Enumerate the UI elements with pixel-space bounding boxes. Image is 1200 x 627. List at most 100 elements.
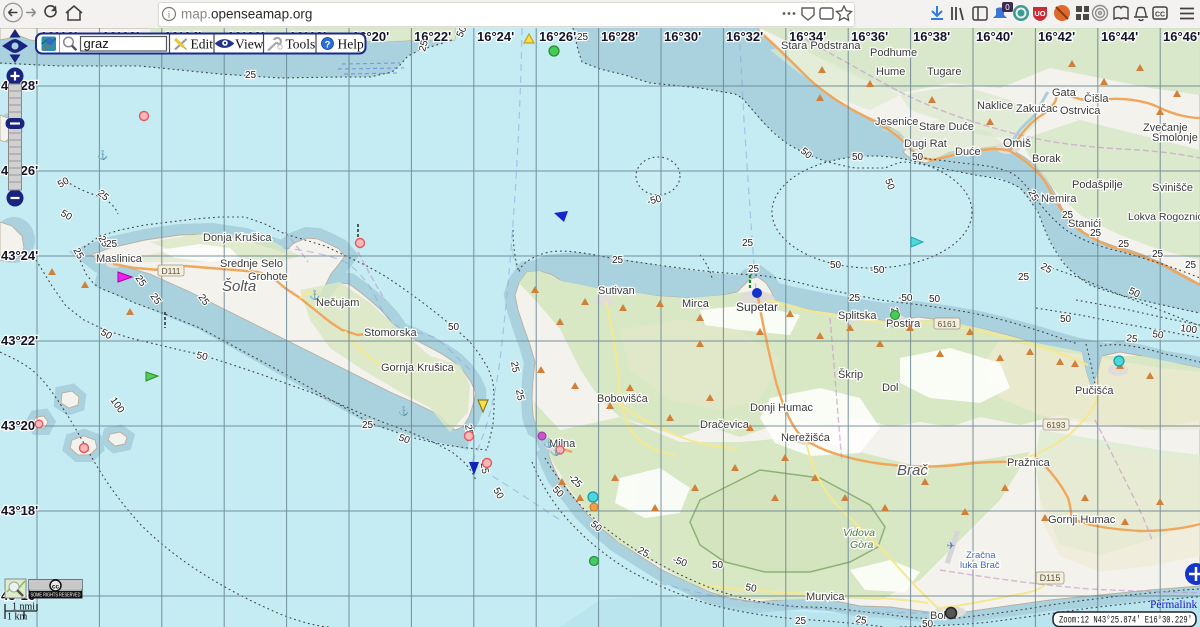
svg-text:25: 25: [1126, 333, 1139, 346]
svg-text:16°28': 16°28': [601, 29, 638, 44]
svg-text:Maslinica: Maslinica: [96, 253, 143, 265]
svg-text:25: 25: [1018, 272, 1030, 283]
svg-text:Podhume: Podhume: [870, 47, 917, 59]
svg-text:⚓: ⚓: [550, 445, 561, 456]
svg-text:Nečujam: Nečujam: [316, 297, 359, 309]
svg-text:Tugare: Tugare: [927, 66, 961, 78]
svg-text:D111: D111: [161, 266, 180, 276]
svg-text:-50: -50: [898, 293, 913, 304]
svg-text:25: 25: [795, 616, 807, 627]
svg-text:i: i: [168, 10, 171, 20]
svg-text:Zakučac: Zakučac: [1016, 103, 1058, 115]
svg-text:25: 25: [1118, 239, 1130, 250]
svg-text:50: 50: [1152, 329, 1165, 342]
svg-text:16°24': 16°24': [477, 29, 514, 44]
svg-text:50: 50: [852, 152, 864, 163]
svg-text:Gata: Gata: [1052, 87, 1077, 99]
svg-text:Hume: Hume: [876, 66, 905, 78]
svg-text:Vidova: Vidova: [843, 527, 875, 539]
svg-text:Nemira: Nemira: [1041, 193, 1077, 205]
svg-text:cc: cc: [52, 584, 60, 591]
svg-text:Dol: Dol: [882, 382, 899, 394]
svg-text:25: 25: [1185, 260, 1197, 271]
svg-text:-50: -50: [870, 265, 885, 276]
svg-text:25: 25: [362, 420, 374, 431]
svg-text:43°24': 43°24': [1, 248, 38, 263]
svg-text:Mirca: Mirca: [682, 298, 710, 310]
svg-text:16°30': 16°30': [664, 29, 701, 44]
svg-text:⚓: ⚓: [398, 405, 409, 416]
svg-text:Šolta: Šolta: [222, 278, 256, 295]
svg-text:Svinišče: Svinišče: [1152, 182, 1193, 194]
svg-text:25: 25: [849, 293, 861, 304]
svg-text:Stomorska: Stomorska: [364, 327, 417, 339]
svg-text:Dugi Rat: Dugi Rat: [904, 138, 947, 150]
svg-text:Supetar: Supetar: [736, 300, 778, 314]
svg-text:25: 25: [245, 70, 257, 81]
svg-text:16°38': 16°38': [913, 29, 950, 44]
svg-text:Jesenice: Jesenice: [875, 116, 918, 128]
svg-text:16°26': 16°26': [539, 29, 576, 44]
svg-text:Nerežišća: Nerežišća: [781, 432, 831, 444]
svg-text:⚓: ⚓: [309, 289, 320, 300]
svg-text:Ostrvica: Ostrvica: [1060, 105, 1101, 117]
svg-text:50: 50: [912, 152, 924, 163]
svg-text:Bobovišća: Bobovišća: [597, 393, 649, 405]
svg-text:Borak: Borak: [1032, 153, 1061, 165]
svg-text:Gornji Humac: Gornji Humac: [1048, 514, 1116, 526]
svg-text:Gòra: Gòra: [850, 539, 874, 551]
svg-text:Smolonje: Smolonje: [1152, 132, 1198, 144]
svg-text:Duće: Duće: [955, 146, 981, 158]
svg-text:Bol: Bol: [930, 610, 946, 622]
svg-text:Help: Help: [338, 37, 364, 52]
svg-text:Donji Humac: Donji Humac: [750, 402, 813, 414]
svg-text:Omiš: Omiš: [1003, 136, 1031, 150]
svg-text:luka Brač: luka Brač: [960, 560, 1000, 571]
svg-text:1 km: 1 km: [7, 612, 28, 623]
svg-text:6161: 6161: [938, 319, 957, 329]
svg-text:0: 0: [1005, 3, 1010, 12]
svg-text:Postira: Postira: [886, 318, 921, 330]
svg-text:Stanići: Stanići: [1068, 218, 1101, 230]
svg-text:Škrip: Škrip: [838, 368, 863, 381]
svg-text:Pražnica: Pražnica: [1007, 457, 1051, 469]
svg-text:Zoom:12 N43°25.874' E16°30.229: Zoom:12 N43°25.874' E16°30.229': [1059, 615, 1192, 627]
svg-text:50: 50: [929, 294, 941, 305]
svg-text:D115: D115: [1040, 573, 1061, 583]
svg-text:43°18': 43°18': [1, 503, 38, 518]
svg-text:6193: 6193: [1047, 420, 1066, 430]
svg-text:25: 25: [106, 239, 118, 250]
svg-text:✈: ✈: [947, 541, 955, 552]
svg-text:50: 50: [1060, 314, 1072, 325]
svg-text:graz: graz: [84, 36, 109, 51]
svg-text:25: 25: [1152, 249, 1164, 260]
svg-text:43°20': 43°20': [1, 418, 38, 433]
svg-text:25: 25: [612, 255, 624, 266]
svg-text:50: 50: [712, 560, 724, 571]
svg-text:Gornja Krušica: Gornja Krušica: [381, 362, 455, 374]
svg-text:50: 50: [448, 322, 460, 333]
svg-text:Naklice: Naklice: [977, 100, 1013, 112]
svg-text:25: 25: [742, 238, 754, 249]
svg-text:UO: UO: [1034, 9, 1045, 18]
svg-text:Stare Duće: Stare Duće: [919, 121, 974, 133]
svg-text:Podašpilje: Podašpilje: [1072, 179, 1123, 191]
svg-text:Dračevica: Dračevica: [700, 419, 750, 431]
svg-text:Lokva Rogoznica: Lokva Rogoznica: [1128, 211, 1200, 223]
svg-text:25: 25: [748, 264, 760, 275]
svg-text:16°46': 16°46': [1163, 29, 1200, 44]
svg-text:Tools: Tools: [286, 37, 316, 52]
svg-text:16°42': 16°42': [1038, 29, 1075, 44]
svg-text:Donja Krušica: Donja Krušica: [203, 232, 272, 244]
svg-text:Srednje Selo: Srednje Selo: [220, 258, 283, 270]
svg-text:Permalink: Permalink: [1150, 599, 1198, 611]
svg-text:Murvica: Murvica: [806, 591, 845, 603]
svg-text:50: 50: [830, 260, 842, 271]
svg-text:SOME RIGHTS RESERVED: SOME RIGHTS RESERVED: [31, 593, 81, 599]
svg-text:Stara Podstrana: Stara Podstrana: [781, 40, 861, 52]
svg-text:CC: CC: [1155, 12, 1165, 19]
svg-text:43°22': 43°22': [1, 333, 38, 348]
svg-text:View: View: [235, 37, 264, 52]
svg-text:16°44': 16°44': [1101, 29, 1138, 44]
svg-text:Brač: Brač: [897, 462, 928, 479]
